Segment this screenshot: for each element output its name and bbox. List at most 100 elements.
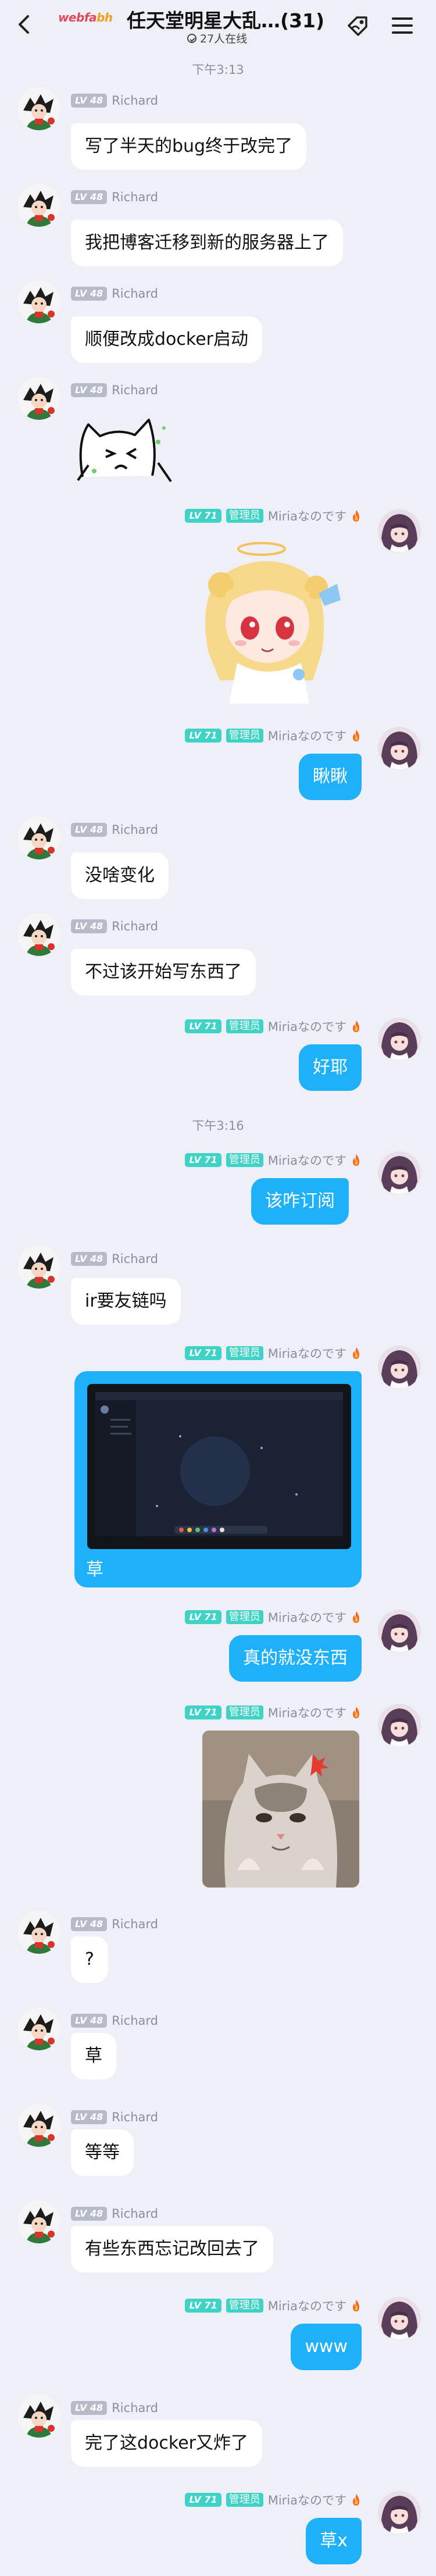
sender-name: Richard	[112, 2110, 158, 2124]
angry-cat-photo[interactable]	[202, 1731, 359, 1888]
sender-name: Richard	[112, 823, 158, 837]
message-bubble[interactable]: 我把博客迁移到新的服务器上了	[71, 220, 343, 266]
fire-icon	[353, 1611, 359, 1623]
sender-name: Richard	[112, 94, 158, 108]
avatar[interactable]	[17, 2395, 60, 2438]
level-badge: LV 48	[71, 94, 108, 108]
avatar[interactable]	[378, 1704, 421, 1747]
sender-name: Richard	[112, 2207, 158, 2221]
richard-avatar-icon	[17, 2200, 60, 2243]
message-bubble[interactable]: 草	[71, 2033, 116, 2079]
chat-title[interactable]: 任天堂明星大乱…(31)	[127, 5, 324, 33]
avatar[interactable]	[378, 1346, 421, 1389]
message-bubble[interactable]: 有些东西忘记改回去了	[71, 2226, 273, 2272]
avatar[interactable]	[378, 2491, 421, 2534]
message-bubble[interactable]: 写了半天的bug终于改完了	[71, 123, 307, 170]
admin-badge: 管理员	[226, 1346, 263, 1360]
sender-info: LV 71 管理员 Miriaなのです	[185, 1610, 362, 1625]
avatar[interactable]	[378, 1151, 421, 1194]
avatar[interactable]	[378, 509, 421, 552]
avatar[interactable]	[17, 87, 60, 130]
avatar[interactable]	[17, 816, 60, 859]
admin-badge: 管理员	[226, 2299, 263, 2313]
fire-icon	[353, 2300, 359, 2311]
sender-info: LV 71 管理员 Miriaなのです	[185, 508, 362, 523]
miria-avatar-icon	[378, 2491, 421, 2534]
avatar[interactable]	[17, 1911, 60, 1954]
admin-badge: 管理员	[226, 1153, 263, 1167]
menu-icon[interactable]	[391, 15, 414, 36]
sender-info: LV 71 管理员 Miriaなのです	[185, 2298, 362, 2313]
avatar[interactable]	[17, 1246, 60, 1289]
sender-info: LV 71 管理员 Miriaなのです	[185, 1019, 362, 1034]
level-badge: LV 48	[71, 383, 108, 397]
screenshot-image[interactable]	[87, 1384, 351, 1549]
avatar[interactable]	[17, 2104, 60, 2147]
sender-name: Miriaなのです	[267, 1347, 346, 1361]
group-settings-icon[interactable]	[344, 13, 371, 38]
richard-avatar-icon	[17, 2395, 60, 2438]
sender-info: LV 48 Richard	[71, 2206, 158, 2221]
avatar[interactable]	[378, 2297, 421, 2340]
sender-info: LV 48 Richard	[71, 2400, 158, 2416]
admin-badge: 管理员	[226, 1019, 263, 1033]
timestamp: 下午3:16	[192, 1119, 244, 1133]
anime-girl-sticker[interactable]	[185, 535, 365, 704]
message-bubble[interactable]: 该咋订阅	[251, 1178, 349, 1225]
admin-badge: 管理员	[226, 509, 263, 523]
sender-info: LV 71 管理员 Miriaなのです	[185, 728, 362, 743]
group-logo: webfabh	[58, 10, 113, 24]
avatar[interactable]	[378, 1018, 421, 1061]
richard-avatar-icon	[17, 913, 60, 956]
richard-avatar-icon	[17, 1911, 60, 1954]
sender-name: Miriaなのです	[267, 1020, 346, 1034]
level-badge: LV 48	[71, 2207, 108, 2221]
level-badge: LV 48	[71, 823, 108, 837]
avatar[interactable]	[17, 2200, 60, 2243]
sender-name: Richard	[112, 383, 158, 397]
sender-name: Miriaなのです	[267, 2493, 346, 2507]
fire-icon	[353, 2494, 359, 2506]
sender-info: LV 71 管理员 Miriaなのです	[185, 1153, 362, 1168]
message-bubble[interactable]: 草x	[306, 2518, 362, 2564]
level-badge: LV 71	[185, 1153, 221, 1167]
sender-name: Richard	[112, 1917, 158, 1931]
message-bubble[interactable]: www	[291, 2324, 362, 2370]
admin-badge: 管理员	[226, 729, 263, 743]
avatar[interactable]	[17, 280, 60, 323]
message-bubble[interactable]: 没啥变化	[71, 852, 169, 899]
sender-name: Miriaなのです	[267, 2299, 346, 2313]
chat-header: webfabh 任天堂明星大乱…(31) 27人在线	[0, 0, 436, 50]
sender-info: LV 71 管理员 Miriaなのです	[185, 2492, 362, 2507]
avatar[interactable]	[17, 377, 60, 420]
level-badge: LV 48	[71, 2110, 108, 2124]
sender-info: LV 48 Richard	[71, 190, 158, 205]
miria-avatar-icon	[378, 1151, 421, 1194]
image-message-bubble[interactable]: 草	[74, 1371, 362, 1587]
sender-name: Miriaなのです	[267, 1706, 346, 1720]
sender-name: Richard	[112, 1252, 158, 1266]
sender-name: Miriaなのです	[267, 1154, 346, 1168]
message-bubble[interactable]: 完了这docker又炸了	[71, 2420, 262, 2467]
message-bubble[interactable]: 真的就没东西	[229, 1635, 362, 1682]
message-bubble[interactable]: 等等	[71, 2129, 134, 2176]
message-bubble[interactable]: 不过该开始写东西了	[71, 949, 256, 996]
cat-sticker[interactable]	[71, 407, 179, 486]
sender-name: Richard	[112, 919, 158, 933]
message-bubble[interactable]: 瞅瞅	[299, 754, 362, 800]
online-count: 27人在线	[187, 30, 247, 46]
message-bubble[interactable]: 好耶	[299, 1044, 362, 1091]
avatar[interactable]	[17, 913, 60, 956]
message-bubble[interactable]: ?	[71, 1936, 108, 1983]
message-bubble[interactable]: 顺便改成docker启动	[71, 316, 262, 363]
level-badge: LV 71	[185, 1346, 221, 1360]
avatar[interactable]	[17, 2007, 60, 2050]
message-bubble[interactable]: ir要友链吗	[71, 1278, 181, 1325]
level-badge: LV 48	[71, 287, 108, 301]
avatar[interactable]	[17, 184, 60, 227]
richard-avatar-icon	[17, 2104, 60, 2147]
sender-info: LV 48 Richard	[71, 383, 158, 398]
avatar[interactable]	[378, 727, 421, 770]
avatar[interactable]	[378, 1610, 421, 1653]
back-arrow-icon[interactable]	[13, 13, 36, 36]
